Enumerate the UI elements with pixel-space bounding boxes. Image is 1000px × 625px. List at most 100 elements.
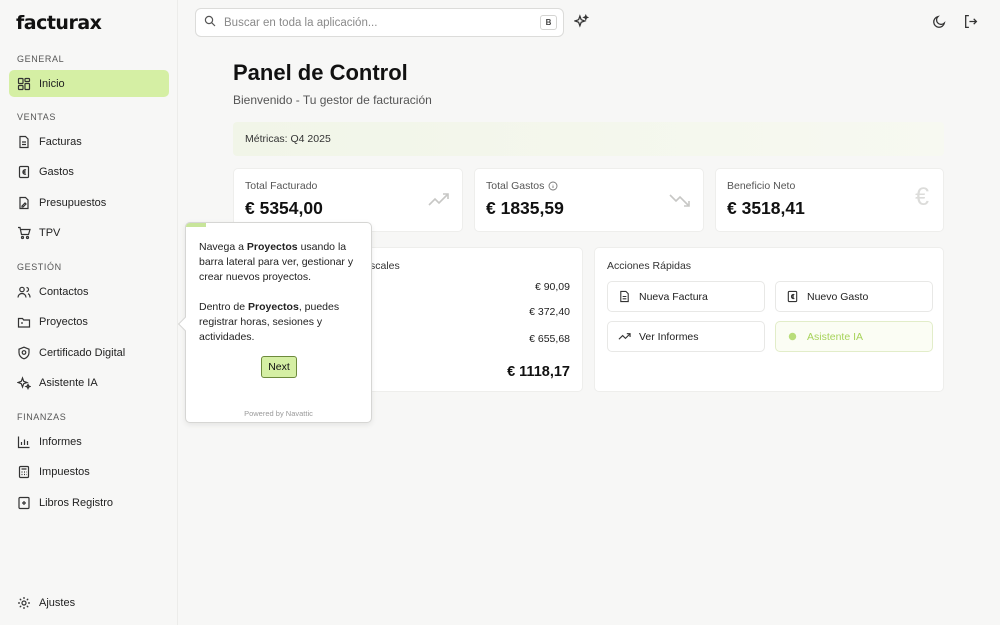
trend-down-icon	[669, 191, 691, 209]
app-logo[interactable]: facturax	[16, 12, 102, 34]
search-input[interactable]: Buscar en toda la aplicación... B	[195, 8, 564, 37]
users-icon	[17, 285, 31, 299]
view-reports-button[interactable]: Ver Informes	[607, 321, 765, 352]
card-value: € 5354,00	[245, 198, 323, 218]
sidebar-item-label: TPV	[39, 226, 61, 239]
sidebar-item-label: Inicio	[39, 77, 65, 90]
sidebar-item-inicio[interactable]: Inicio	[9, 70, 169, 97]
tour-text-bold: Proyectos	[248, 301, 299, 313]
metrics-label: Métricas: Q4 2025	[245, 133, 331, 145]
trend-up-icon	[618, 330, 631, 343]
sidebar-item-asistente-ia[interactable]: Asistente IA	[9, 369, 169, 396]
logout-icon	[963, 14, 978, 30]
sidebar: facturax GENERAL Inicio VENTAS Facturas …	[0, 0, 178, 625]
button-label: Nueva Factura	[639, 290, 708, 303]
sidebar-item-tpv[interactable]: TPV	[9, 219, 169, 246]
sidebar-item-informes[interactable]: Informes	[9, 428, 169, 455]
sidebar-item-label: Ajustes	[39, 596, 76, 609]
panel-title: scales	[370, 260, 400, 272]
page-title: Panel de Control	[233, 60, 408, 85]
panel-title: Acciones Rápidas	[607, 260, 692, 272]
sidebar-item-label: Contactos	[39, 285, 89, 298]
gear-icon	[17, 596, 31, 610]
card-label: Total Gastos	[486, 180, 558, 192]
sidebar-item-presupuestos[interactable]: Presupuestos	[9, 189, 169, 216]
metrics-period-label: Métricas: Q4 2025	[233, 122, 944, 156]
sidebar-item-label: Informes	[39, 435, 82, 448]
card-label-text: Total Gastos	[486, 180, 545, 192]
button-label: Ver Informes	[639, 330, 699, 343]
sidebar-item-libros-registro[interactable]: Libros Registro	[9, 489, 169, 516]
euro-receipt-icon	[17, 165, 31, 179]
sidebar-item-facturas[interactable]: Facturas	[9, 128, 169, 155]
logout-button[interactable]	[963, 14, 979, 30]
sidebar-item-certificado-digital[interactable]: Certificado Digital	[9, 339, 169, 366]
euro-icon: €	[915, 183, 929, 211]
sidebar-item-label: Facturas	[39, 135, 82, 148]
moon-icon	[932, 14, 947, 30]
grid-icon	[17, 77, 31, 91]
info-icon[interactable]	[548, 181, 558, 191]
cart-icon	[17, 226, 31, 240]
tour-text-bold: Proyectos	[246, 241, 298, 253]
section-label-gestion: GESTIÓN	[17, 262, 62, 272]
quick-actions-panel: Acciones Rápidas Nueva Factura Nuevo Gas…	[594, 247, 944, 392]
sidebar-item-proyectos[interactable]: Proyectos	[9, 308, 169, 335]
card-value: € 3518,41	[727, 198, 805, 218]
search-icon	[204, 14, 216, 32]
tour-text-part: Dentro de	[199, 301, 249, 313]
section-label-finanzas: FINANZAS	[17, 412, 67, 422]
shield-icon	[17, 346, 31, 360]
sidebar-item-impuestos[interactable]: Impuestos	[9, 458, 169, 485]
card-value: € 1835,59	[486, 198, 564, 218]
search-shortcut-key: B	[540, 15, 557, 30]
sparkles-icon	[17, 375, 31, 390]
book-icon	[17, 496, 31, 510]
tour-next-button[interactable]: Next	[261, 356, 297, 378]
trend-up-icon	[428, 191, 450, 209]
tour-progress-bar	[186, 223, 206, 227]
tour-powered-by[interactable]: Powered by Navattic	[186, 409, 371, 418]
invoice-icon	[618, 290, 631, 303]
sidebar-item-label: Libros Registro	[39, 496, 113, 509]
page-subtitle: Bienvenido - Tu gestor de facturación	[233, 93, 432, 107]
theme-toggle-button[interactable]	[932, 14, 948, 30]
sparkles-icon	[573, 13, 590, 30]
section-label-ventas: VENTAS	[17, 112, 56, 122]
tour-popover: Navega a Proyectos usando la barra later…	[177, 222, 372, 423]
calculator-icon	[17, 465, 31, 479]
folder-icon	[17, 315, 31, 329]
card-beneficio-neto: Beneficio Neto € 3518,41 €	[715, 168, 944, 232]
document-edit-icon	[17, 196, 31, 210]
tax-row-value: € 90,09	[534, 281, 570, 293]
sidebar-item-label: Gastos	[39, 165, 74, 178]
new-invoice-button[interactable]: Nueva Factura	[607, 281, 765, 312]
sidebar-item-label: Proyectos	[39, 315, 88, 328]
sidebar-item-gastos[interactable]: Gastos	[9, 158, 169, 185]
tax-row-value: € 655,68	[529, 333, 570, 345]
sidebar-item-label: Impuestos	[39, 465, 90, 478]
button-label: Asistente IA	[807, 330, 864, 343]
ai-sparkles-button[interactable]	[573, 13, 590, 30]
search-placeholder: Buscar en toda la aplicación...	[224, 16, 378, 29]
tour-message: Navega a Proyectos usando la barra later…	[199, 240, 361, 345]
button-label: Nuevo Gasto	[807, 290, 869, 303]
sidebar-item-contactos[interactable]: Contactos	[9, 278, 169, 305]
tax-total-value: € 1118,17	[507, 364, 570, 380]
sidebar-item-ajustes[interactable]: Ajustes	[9, 589, 169, 616]
ai-assistant-button[interactable]: Asistente IA	[775, 321, 933, 352]
new-expense-button[interactable]: Nuevo Gasto	[775, 281, 933, 312]
sidebar-item-label: Presupuestos	[39, 196, 107, 209]
tour-text-part: Navega a	[199, 241, 247, 253]
invoice-icon	[17, 135, 31, 149]
sparkles-icon	[786, 330, 799, 343]
sidebar-item-label: Asistente IA	[39, 376, 98, 389]
card-label: Beneficio Neto	[727, 180, 796, 192]
card-total-gastos: Total Gastos € 1835,59	[474, 168, 704, 232]
tax-row-value: € 372,40	[529, 306, 570, 318]
tour-pointer	[177, 316, 193, 332]
euro-receipt-icon	[786, 290, 799, 303]
card-label: Total Facturado	[245, 180, 318, 192]
bar-chart-icon	[17, 435, 31, 449]
sidebar-item-label: Certificado Digital	[39, 346, 126, 359]
